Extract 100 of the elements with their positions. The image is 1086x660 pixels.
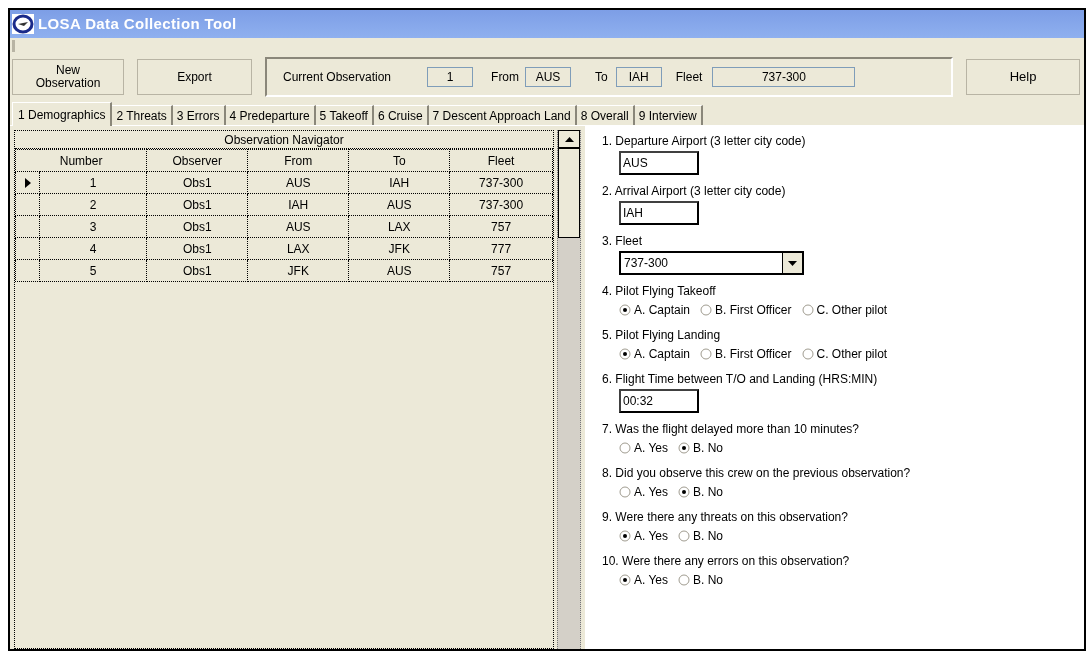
radio-button[interactable] [678,442,691,454]
question-label: 9. Were there any threats on this observation? [602,510,849,525]
column-header: To [348,149,450,172]
table-cell: AUS [247,171,349,194]
radio-button[interactable] [801,304,814,316]
table-cell: 1 [39,171,147,194]
radio-label: B. No [693,528,724,545]
table-cell: IAH [247,193,349,216]
question-label: 5. Pilot Flying Landing [602,328,722,343]
field-label: From [491,69,520,86]
scroll-thumb[interactable] [558,148,580,238]
field-label: To [595,69,608,86]
toolbar-grip-icon[interactable] [12,40,16,52]
radio-label: B. No [693,440,724,457]
radio-label: A. Yes [634,484,669,501]
radio-button[interactable] [619,304,631,316]
radio-label: B. First Officer [715,302,792,319]
radio-button[interactable] [678,530,691,542]
question-label: 1. Departure Airport (3 letter city code) [602,134,807,149]
tab[interactable]: 6 Cruise [373,105,429,125]
input-field[interactable]: 00:32 [619,389,699,413]
dropdown-button[interactable] [782,253,802,273]
tab[interactable]: 5 Takeoff [315,105,374,125]
question-label: 3. Fleet [602,234,644,249]
table-cell: AUS [348,193,450,216]
table-cell: Obs1 [146,259,248,282]
table-cell: LAX [247,237,349,260]
input-field[interactable]: 1 [427,67,474,87]
tab[interactable]: 2 Threats [112,105,173,125]
export-button[interactable]: Export [137,59,252,95]
scroll-up-button[interactable] [558,130,580,148]
column-header: Observer [146,149,248,172]
tab[interactable]: 1 Demographics [12,102,113,126]
radio-label: A. Yes [634,440,669,457]
dropdown-field[interactable]: 737-300 [619,251,804,275]
question-label: 10. Were there any errors on this observation? [602,554,851,569]
input-field[interactable]: AUS [619,151,699,175]
column-header: Number [15,149,147,172]
radio-button[interactable] [619,442,631,454]
up-arrow-icon [564,136,574,142]
table-cell: 737-300 [449,171,553,194]
radio-label: B. No [693,572,724,589]
radio-label: A. Yes [634,528,669,545]
table-cell: Obs1 [146,215,248,238]
table-cell: Obs1 [146,171,248,194]
question-label: 7. Was the flight delayed more than 10 minutes? [602,422,861,437]
column-header: Fleet [449,149,553,172]
table-cell: 4 [39,237,147,260]
table-cell: JFK [348,237,450,260]
question-label: 4. Pilot Flying Takeoff [602,284,717,299]
radio-label: A. Captain [634,302,691,319]
new-observation-button[interactable]: New Observation [12,59,124,95]
radio-button[interactable] [801,348,814,360]
help-button[interactable]: Help [966,59,1080,95]
radio-label: C. Other pilot [816,346,888,363]
table-cell: 757 [449,215,553,238]
table-cell: Obs1 [146,193,248,216]
column-header: From [247,149,349,172]
input-field[interactable]: IAH [615,67,662,87]
tab[interactable]: 8 Overall [576,105,635,125]
radio-button[interactable] [700,304,713,316]
tab[interactable]: 7 Descent Approach Land [428,105,577,125]
dropdown-value: 737-300 [624,255,670,272]
field-label: Current Observation [283,69,392,86]
table-cell: AUS [247,215,349,238]
scrollbar[interactable] [557,130,581,649]
question-label: 2. Arrival Airport (3 letter city code) [602,184,787,199]
radio-button[interactable] [678,486,691,498]
table-cell: 737-300 [449,193,553,216]
radio-button[interactable] [619,348,631,360]
table-cell: 777 [449,237,553,260]
radio-button[interactable] [619,574,631,586]
radio-label: C. Other pilot [816,302,888,319]
input-field[interactable]: AUS [525,67,572,87]
tab[interactable]: 3 Errors [172,105,226,125]
table-cell: LAX [348,215,450,238]
table-cell: AUS [348,259,450,282]
radio-label: A. Captain [634,346,691,363]
radio-label: A. Yes [634,572,669,589]
grid-title: Observation Navigator [15,131,553,149]
radio-button[interactable] [678,574,691,586]
window-title: LOSA Data Collection Tool [38,13,237,34]
tab[interactable]: 9 Interview [634,105,703,125]
table-cell: JFK [247,259,349,282]
radio-button[interactable] [700,348,713,360]
radio-button[interactable] [619,530,631,542]
table-cell: 757 [449,259,553,282]
question-label: 8. Did you observe this crew on the previous observation? [602,466,912,481]
dropdown-arrow-icon [788,260,797,266]
input-field[interactable]: IAH [619,201,699,225]
app-logo-icon [12,14,34,34]
radio-button[interactable] [619,486,631,498]
radio-label: B. No [693,484,724,501]
input-field[interactable]: 737-300 [712,67,856,87]
table-cell: 5 [39,259,147,282]
table-cell: Obs1 [146,237,248,260]
question-label: 6. Flight Time between T/O and Landing (HRS:MIN) [602,372,879,387]
table-cell: IAH [348,171,450,194]
tab[interactable]: 4 Predeparture [225,105,316,125]
field-label: Fleet [675,69,703,86]
